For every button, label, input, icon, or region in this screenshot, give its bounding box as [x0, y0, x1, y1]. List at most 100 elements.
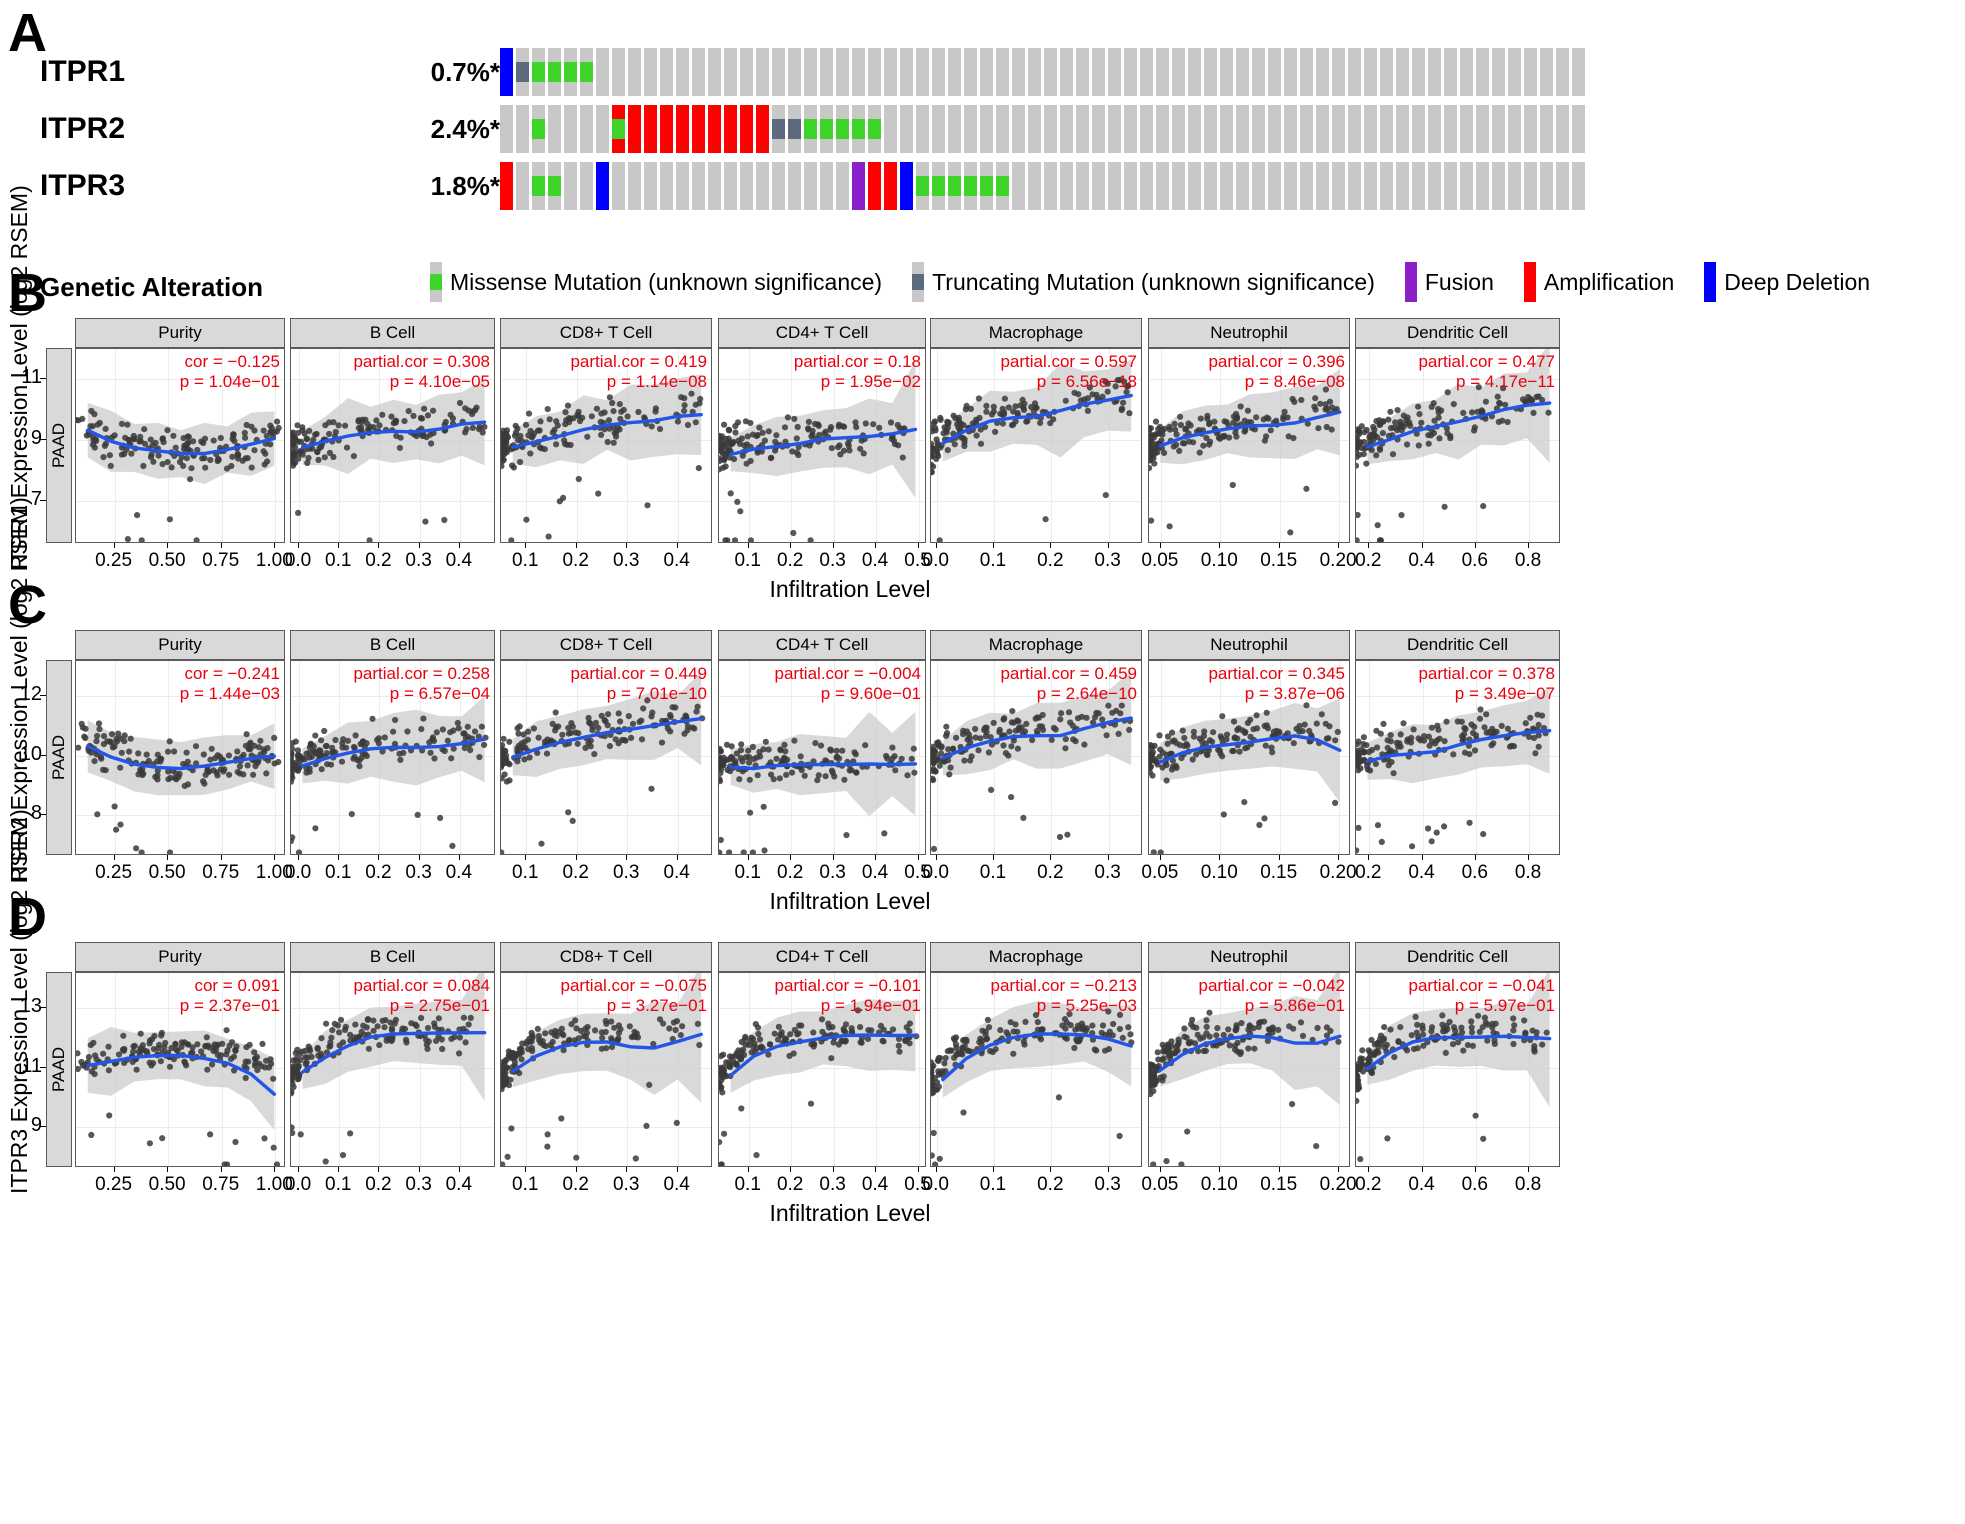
- x-tick-label: 0.25: [95, 862, 133, 883]
- data-point: [649, 709, 656, 716]
- data-point: [904, 772, 911, 779]
- data-point: [1393, 739, 1400, 746]
- data-point: [1356, 427, 1362, 435]
- data-point: [722, 1071, 729, 1079]
- facet-strip-label: B Cell: [369, 635, 416, 654]
- data-point: [673, 1018, 681, 1025]
- data-point: [583, 1029, 590, 1036]
- data-point: [94, 732, 101, 740]
- data-point: [364, 1016, 371, 1023]
- data-point: [759, 429, 766, 436]
- data-point: [629, 720, 637, 727]
- data-point: [961, 442, 968, 450]
- data-point: [937, 1055, 944, 1062]
- data-point: [138, 537, 145, 542]
- data-point: [234, 768, 241, 776]
- data-point: [336, 1029, 343, 1036]
- data-point: [1263, 433, 1270, 440]
- data-point: [111, 803, 118, 810]
- data-point: [1474, 408, 1481, 415]
- data-point: [597, 418, 604, 425]
- data-point: [719, 444, 726, 451]
- data-point: [1528, 397, 1535, 404]
- x-tick-mark: [113, 1167, 115, 1172]
- data-point: [1443, 1022, 1450, 1029]
- data-point: [326, 430, 333, 438]
- data-point: [857, 1024, 864, 1031]
- data-point: [176, 458, 184, 466]
- data-point: [137, 1030, 144, 1037]
- data-point: [1491, 1040, 1498, 1047]
- data-point: [963, 1036, 970, 1043]
- data-point: [765, 428, 772, 435]
- data-point: [408, 1020, 415, 1027]
- data-point: [775, 1023, 782, 1030]
- pvalue-stat: p = 2.75e−01: [389, 996, 490, 1015]
- data-point: [1482, 398, 1489, 405]
- data-point: [789, 448, 796, 455]
- data-point: [1171, 737, 1178, 744]
- data-point: [166, 738, 173, 745]
- correlation-stat: partial.cor = −0.041: [1408, 976, 1555, 995]
- data-point: [605, 417, 613, 424]
- data-point: [1010, 408, 1017, 415]
- data-point: [1241, 729, 1249, 736]
- data-point: [294, 1046, 301, 1053]
- data-point: [553, 441, 560, 448]
- data-point: [546, 416, 553, 423]
- x-tick-label: 0.6: [1461, 550, 1488, 571]
- data-point: [1162, 1048, 1169, 1055]
- data-point: [574, 411, 581, 419]
- data-point: [964, 736, 971, 743]
- data-point: [745, 747, 752, 754]
- data-point: [828, 424, 835, 431]
- data-point: [376, 422, 383, 429]
- data-point: [640, 705, 647, 712]
- data-point: [121, 738, 128, 745]
- correlation-stat: partial.cor = 0.477: [1418, 352, 1555, 371]
- data-point: [100, 741, 107, 748]
- data-point: [1200, 1047, 1207, 1055]
- data-point: [719, 849, 723, 854]
- data-point: [228, 462, 235, 470]
- data-point: [944, 424, 951, 431]
- data-point: [433, 729, 440, 736]
- data-point: [743, 460, 750, 467]
- data-point: [271, 760, 278, 767]
- data-point: [1262, 742, 1269, 749]
- data-point: [242, 455, 249, 462]
- data-point: [252, 763, 259, 770]
- data-point: [1206, 1009, 1213, 1016]
- data-point: [228, 1039, 236, 1046]
- data-point: [1081, 396, 1088, 403]
- data-point: [946, 771, 953, 778]
- data-point: [100, 733, 108, 740]
- data-point: [720, 1051, 727, 1058]
- data-point: [835, 1041, 842, 1048]
- data-point: [1196, 449, 1203, 456]
- data-point: [1397, 418, 1404, 425]
- data-point: [297, 758, 304, 765]
- x-tick-mark: [1107, 1167, 1109, 1172]
- data-point: [295, 429, 302, 436]
- data-point: [1034, 1019, 1041, 1026]
- data-point: [678, 394, 685, 401]
- data-point: [1436, 435, 1443, 442]
- data-point: [747, 419, 754, 427]
- data-point: [356, 757, 363, 764]
- x-tick-label: 0.3: [1094, 550, 1121, 571]
- data-point: [1363, 742, 1370, 749]
- data-point: [135, 750, 142, 757]
- data-point: [1510, 1015, 1517, 1022]
- data-point: [225, 752, 232, 759]
- data-point: [1229, 481, 1236, 489]
- data-point: [1166, 523, 1173, 530]
- data-point: [94, 421, 101, 428]
- x-tick-label: 0.10: [1200, 1174, 1238, 1195]
- data-point: [1442, 1049, 1449, 1056]
- data-point: [1008, 422, 1016, 429]
- data-point: [208, 745, 215, 752]
- data-point: [881, 830, 888, 837]
- data-point: [719, 1161, 725, 1166]
- data-point: [540, 1042, 547, 1049]
